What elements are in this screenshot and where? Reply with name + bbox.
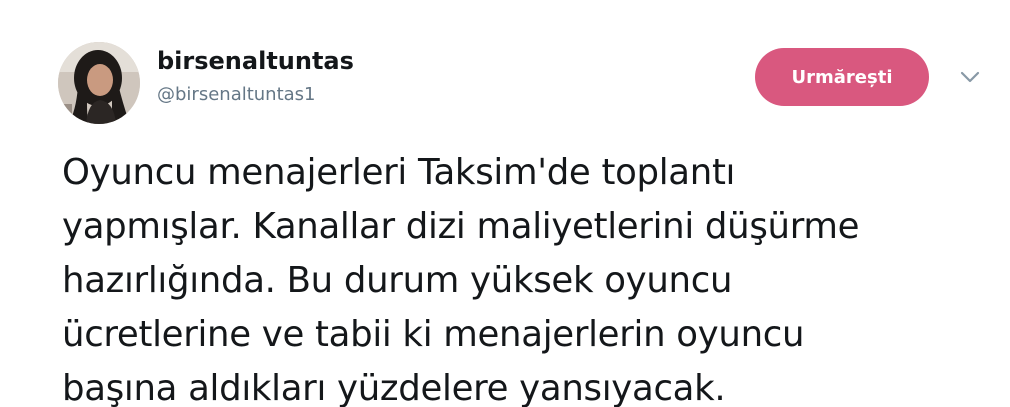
tweet-text-line: Oyuncu menajerleri Taksim'de toplantı	[62, 152, 736, 193]
display-name[interactable]: birsenaltuntas	[157, 46, 354, 76]
author-names: birsenaltuntas @birsenaltuntas1	[157, 46, 354, 108]
tweet-text: Oyuncu menajerleri Taksim'de toplantı ya…	[62, 146, 992, 407]
avatar-photo	[58, 42, 140, 124]
tweet-text-line: ücretlerine ve tabii ki menajerlerin oyu…	[62, 314, 805, 355]
tweet-text-line: hazırlığında. Bu durum yüksek oyuncu	[62, 260, 733, 301]
chevron-down-icon[interactable]	[958, 68, 982, 86]
tweet-card: birsenaltuntas @birsenaltuntas1 Urmăreșt…	[0, 0, 1010, 407]
following-button[interactable]: Urmărești	[755, 48, 929, 106]
tweet-text-line: başına aldıkları yüzdelere yansıyacak.	[62, 368, 726, 407]
tweet-text-line: yapmışlar. Kanallar dizi maliyetlerini d…	[62, 206, 860, 247]
avatar[interactable]	[58, 42, 140, 124]
user-handle[interactable]: @birsenaltuntas1	[157, 82, 354, 108]
